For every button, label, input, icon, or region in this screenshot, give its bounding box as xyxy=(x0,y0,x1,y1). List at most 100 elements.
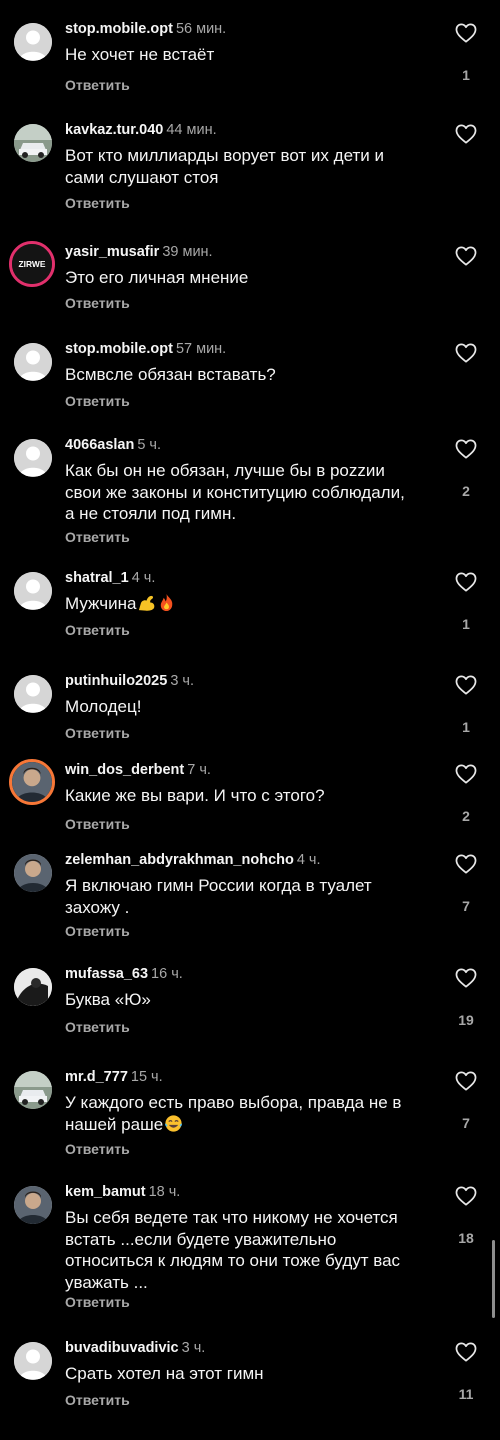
reply-button[interactable]: Ответить xyxy=(65,1141,130,1157)
timestamp: 4 ч. xyxy=(296,852,321,868)
username-link[interactable]: yasir_musafir xyxy=(65,244,159,260)
username-link[interactable]: zelemhan_abdyrakhman_nohcho xyxy=(65,852,294,868)
like-count: 2 xyxy=(462,483,470,499)
comment-text-content: У каждого есть право выбора, правда не в… xyxy=(65,1093,402,1134)
avatar[interactable] xyxy=(14,343,52,381)
timestamp: 57 мин. xyxy=(175,341,227,357)
comment-header: stop.mobile.opt 56 мин. xyxy=(65,21,226,37)
comment-header: buvadibuvadivic 3 ч. xyxy=(65,1340,205,1356)
like-count: 7 xyxy=(462,898,470,914)
comment-text: Всмвсле обязан вставать? xyxy=(65,364,430,386)
username-link[interactable]: kavkaz.tur.040 xyxy=(65,122,163,138)
fire-emoji xyxy=(157,593,176,612)
heart-icon[interactable] xyxy=(455,439,479,461)
avatar[interactable] xyxy=(14,968,52,1006)
username-link[interactable]: mufassa_63 xyxy=(65,966,148,982)
comment-header: zelemhan_abdyrakhman_nohcho 4 ч. xyxy=(65,852,321,868)
heart-icon[interactable] xyxy=(455,968,479,990)
heart-icon[interactable] xyxy=(455,343,479,365)
username-link[interactable]: stop.mobile.opt xyxy=(65,341,173,357)
comment-text-content: Я включаю гимн России когда в туалет зах… xyxy=(65,876,372,917)
comment-header: mufassa_63 16 ч. xyxy=(65,966,183,982)
timestamp: 5 ч. xyxy=(137,437,162,453)
avatar[interactable] xyxy=(14,1342,52,1380)
comment-header: shatral_1 4 ч. xyxy=(65,570,155,586)
avatar[interactable] xyxy=(14,124,52,162)
avatar[interactable] xyxy=(14,675,52,713)
comment-header: yasir_musafir 39 мин. xyxy=(65,244,213,260)
scrollbar[interactable] xyxy=(492,1240,495,1318)
reply-button[interactable]: Ответить xyxy=(65,77,130,93)
comment-text-content: Как бы он не обязан, лучше бы в pozzии с… xyxy=(65,461,405,523)
comment-text: У каждого есть право выбора, правда не в… xyxy=(65,1092,430,1135)
like-count: 1 xyxy=(462,616,470,632)
heart-icon[interactable] xyxy=(455,764,479,786)
heart-icon[interactable] xyxy=(455,572,479,594)
heart-icon[interactable] xyxy=(455,124,479,146)
username-link[interactable]: mr.d_777 xyxy=(65,1069,128,1085)
comment-text-content: Не хочет не встаёт xyxy=(65,45,215,64)
heart-icon[interactable] xyxy=(455,23,479,45)
comment-text-content: Срать хотел на этот гимн xyxy=(65,1364,264,1383)
like-count: 1 xyxy=(462,67,470,83)
comment-text-content: Всмвсле обязан вставать? xyxy=(65,365,276,384)
username-link[interactable]: kem_bamut xyxy=(65,1184,146,1200)
comment-text: Молодец! xyxy=(65,696,430,718)
heart-icon[interactable] xyxy=(455,1071,479,1093)
timestamp: 15 ч. xyxy=(130,1069,163,1085)
reply-button[interactable]: Ответить xyxy=(65,622,130,638)
timestamp: 4 ч. xyxy=(131,570,156,586)
username-link[interactable]: 4066aslan xyxy=(65,437,134,453)
timestamp: 7 ч. xyxy=(187,762,211,778)
timestamp: 56 мин. xyxy=(175,21,227,37)
comment-text-content: Какие же вы вари. И что с этого? xyxy=(65,786,325,805)
reply-button[interactable]: Ответить xyxy=(65,195,130,211)
reply-button[interactable]: Ответить xyxy=(65,1294,130,1310)
like-count: 2 xyxy=(462,808,470,824)
reply-button[interactable]: Ответить xyxy=(65,393,130,409)
avatar[interactable] xyxy=(14,439,52,477)
username-link[interactable]: putinhuilo2025 xyxy=(65,673,167,689)
heart-icon[interactable] xyxy=(455,675,479,697)
avatar[interactable] xyxy=(14,1071,52,1109)
reply-button[interactable]: Ответить xyxy=(65,816,130,832)
comment-text-content: Вот кто миллиарды ворует вот их дети и с… xyxy=(65,146,384,187)
avatar[interactable]: ZIRWE xyxy=(9,241,55,287)
comment-header: mr.d_777 15 ч. xyxy=(65,1069,163,1085)
comment-header: putinhuilo2025 3 ч. xyxy=(65,673,194,689)
like-count: 11 xyxy=(458,1386,474,1402)
heart-icon[interactable] xyxy=(455,1186,479,1208)
avatar[interactable] xyxy=(14,23,52,61)
tears-of-joy-emoji xyxy=(164,1114,183,1133)
username-link[interactable]: buvadibuvadivic xyxy=(65,1340,179,1356)
like-count: 18 xyxy=(458,1230,474,1246)
heart-icon[interactable] xyxy=(455,854,479,876)
username-link[interactable]: win_dos_derbent xyxy=(65,762,184,778)
comment-text: Какие же вы вари. И что с этого? xyxy=(65,785,430,807)
like-count: 1 xyxy=(462,719,470,735)
username-link[interactable]: shatral_1 xyxy=(65,570,129,586)
reply-button[interactable]: Ответить xyxy=(65,1019,130,1035)
reply-button[interactable]: Ответить xyxy=(65,725,130,741)
comment-text: Срать хотел на этот гимн xyxy=(65,1363,430,1385)
like-count: 19 xyxy=(458,1012,474,1028)
username-link[interactable]: stop.mobile.opt xyxy=(65,21,173,37)
comment-text-content: Молодец! xyxy=(65,697,142,716)
reply-button[interactable]: Ответить xyxy=(65,1392,130,1408)
avatar[interactable] xyxy=(9,759,55,805)
timestamp: 18 ч. xyxy=(148,1184,181,1200)
comment-header: 4066aslan 5 ч. xyxy=(65,437,161,453)
comment-text: Вы себя ведете так что никому не хочется… xyxy=(65,1207,430,1293)
avatar[interactable] xyxy=(14,1186,52,1224)
avatar[interactable] xyxy=(14,854,52,892)
comment-text-content: Это его личная мнение xyxy=(65,268,249,287)
comment-text: Как бы он не обязан, лучше бы в pozzии с… xyxy=(65,460,430,525)
heart-icon[interactable] xyxy=(455,246,479,268)
reply-button[interactable]: Ответить xyxy=(65,923,130,939)
reply-button[interactable]: Ответить xyxy=(65,295,130,311)
reply-button[interactable]: Ответить xyxy=(65,529,130,545)
avatar[interactable] xyxy=(14,572,52,610)
comment-text: Это его личная мнение xyxy=(65,267,430,289)
timestamp: 3 ч. xyxy=(170,673,195,689)
heart-icon[interactable] xyxy=(455,1342,479,1364)
